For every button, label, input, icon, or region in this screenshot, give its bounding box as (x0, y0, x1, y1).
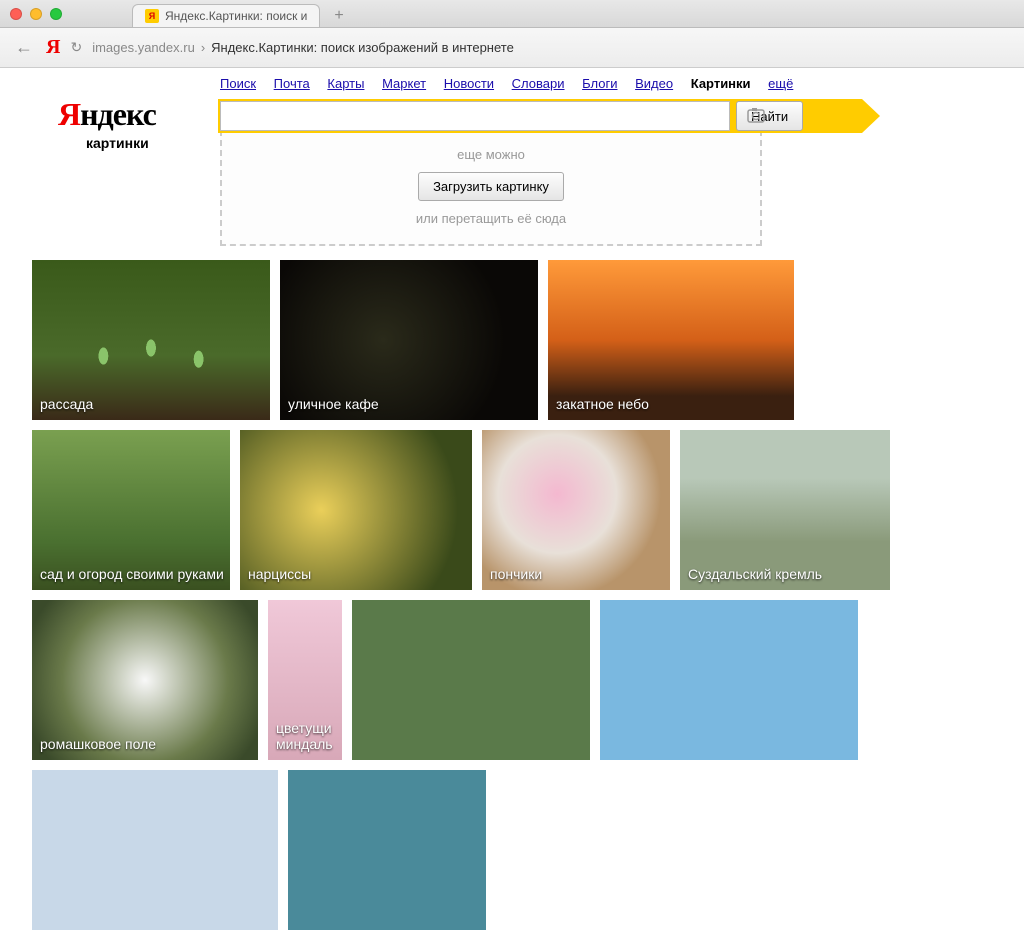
address-host: images.yandex.ru (92, 40, 195, 55)
logo-ya: Я (58, 96, 80, 132)
tile-caption: Суздальский кремль (688, 566, 822, 582)
new-tab-button[interactable]: + (326, 5, 351, 27)
image-grid: рассада уличное кафе закатное небо сад и… (0, 260, 1024, 930)
address-bar[interactable]: images.yandex.ru › Яндекс.Картинки: поис… (92, 40, 1012, 55)
upload-hint-bottom: или перетащить её сюда (222, 211, 760, 226)
nav-link-more[interactable]: ещё (768, 76, 793, 91)
window-close-icon[interactable] (10, 8, 22, 20)
tile-caption: сад и огород своими руками (40, 566, 224, 582)
search-input[interactable] (220, 101, 730, 131)
camera-icon[interactable] (747, 107, 765, 128)
image-tile[interactable]: ромашковое поле (32, 600, 258, 760)
address-page-title: Яндекс.Картинки: поиск изображений в инт… (211, 40, 514, 55)
back-button[interactable]: ← (12, 37, 36, 58)
tile-caption: пончики (490, 566, 542, 582)
nav-link-video[interactable]: Видео (635, 76, 673, 91)
nav-link-images[interactable]: Картинки (691, 76, 751, 91)
nav-link-dict[interactable]: Словари (512, 76, 565, 91)
image-tile[interactable]: уличное кафе (280, 260, 538, 420)
browser-titlebar: Я Яндекс.Картинки: поиск и + (0, 0, 1024, 28)
nav-link-maps[interactable]: Карты (327, 76, 364, 91)
image-tile[interactable]: пончики (482, 430, 670, 590)
browser-tab[interactable]: Я Яндекс.Картинки: поиск и (132, 4, 320, 27)
upload-hint-top: еще можно (222, 147, 760, 162)
image-tile[interactable]: сад и огород своими руками (32, 430, 230, 590)
browser-toolbar: ← Я ↻ images.yandex.ru › Яндекс.Картинки… (0, 28, 1024, 68)
image-tile[interactable] (288, 770, 486, 930)
tab-title: Яндекс.Картинки: поиск и (165, 9, 307, 23)
image-tile[interactable]: рассада (32, 260, 270, 420)
logo-subtitle: картинки (86, 135, 156, 151)
yandex-home-icon[interactable]: Я (46, 36, 60, 59)
reload-button[interactable]: ↻ (70, 39, 82, 56)
image-tile[interactable]: цветущи миндаль (268, 600, 342, 760)
tile-caption: уличное кафе (288, 396, 379, 412)
favicon-icon: Я (145, 9, 159, 23)
tile-caption: закатное небо (556, 396, 649, 412)
logo-rest: ндекс (80, 96, 156, 132)
nav-link-news[interactable]: Новости (444, 76, 494, 91)
image-tile[interactable]: нарциссы (240, 430, 472, 590)
nav-link-mail[interactable]: Почта (274, 76, 310, 91)
tile-caption: цветущи миндаль (276, 720, 342, 752)
address-separator: › (201, 40, 205, 55)
image-tile[interactable]: Суздальский кремль (680, 430, 890, 590)
nav-link-search[interactable]: Поиск (220, 76, 256, 91)
search-bar: Найти (220, 101, 860, 131)
image-tile[interactable] (600, 600, 858, 760)
tab-strip: Я Яндекс.Картинки: поиск и + (132, 0, 352, 27)
service-nav: Поиск Почта Карты Маркет Новости Словари… (220, 76, 1024, 91)
image-tile[interactable] (32, 770, 278, 930)
logo[interactable]: Яндекс картинки (58, 96, 156, 151)
window-minimize-icon[interactable] (30, 8, 42, 20)
nav-link-market[interactable]: Маркет (382, 76, 426, 91)
image-tile[interactable] (352, 600, 590, 760)
upload-panel[interactable]: еще можно Загрузить картинку или перетащ… (220, 130, 762, 246)
tile-caption: нарциссы (248, 566, 311, 582)
nav-link-blogs[interactable]: Блоги (582, 76, 617, 91)
tile-caption: ромашковое поле (40, 736, 156, 752)
window-zoom-icon[interactable] (50, 8, 62, 20)
image-tile[interactable]: закатное небо (548, 260, 794, 420)
upload-image-button[interactable]: Загрузить картинку (418, 172, 564, 201)
tile-caption: рассада (40, 396, 93, 412)
